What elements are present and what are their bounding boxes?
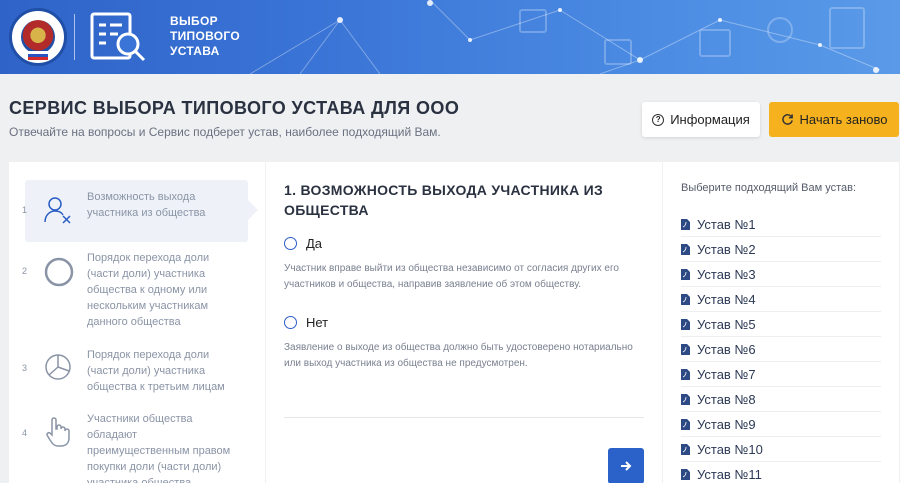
ustav-link[interactable]: Устав №8 xyxy=(681,387,881,412)
pdf-icon xyxy=(681,293,690,305)
ustav-link[interactable]: Устав №11 xyxy=(681,462,881,483)
pdf-icon xyxy=(681,243,690,255)
option-hint: Заявление о выходе из общества должно бы… xyxy=(284,342,633,369)
option-label: Да xyxy=(306,236,323,251)
ustav-list: Устав №1 Устав №2 Устав №3 Устав №4 Уста… xyxy=(681,212,881,483)
step-number: 3 xyxy=(22,363,28,373)
ustav-label: Устав №2 xyxy=(697,241,756,257)
brand-line: УСТАВА xyxy=(170,44,220,58)
question-panel: 1. ВОЗМОЖНОСТЬ ВЫХОДА УЧАСТНИКА ИЗ ОБЩЕС… xyxy=(266,162,662,483)
step-active-arrow xyxy=(248,200,258,220)
step-number: 2 xyxy=(22,266,28,276)
header-banner: ВЫБОР ТИПОВОГО УСТАВА xyxy=(0,0,900,74)
option-label: Нет xyxy=(306,315,329,330)
hand-pointer-icon xyxy=(46,417,70,447)
ustav-list-panel: Выберите подходящий Вам устав: Устав №1 … xyxy=(663,162,899,483)
pdf-icon xyxy=(681,218,690,230)
step-number: 4 xyxy=(22,428,28,438)
info-button[interactable]: ? Информация xyxy=(642,102,760,137)
ustav-link[interactable]: Устав №4 xyxy=(681,287,881,312)
ustav-label: Устав №6 xyxy=(697,341,756,357)
next-button[interactable] xyxy=(608,448,644,483)
ustav-link[interactable]: Устав №7 xyxy=(681,362,881,387)
pie-chart-icon xyxy=(45,354,71,380)
ustav-list-label: Выберите подходящий Вам устав: xyxy=(681,182,857,194)
service-brand: ВЫБОР ТИПОВОГО УСТАВА xyxy=(170,14,240,59)
pdf-icon xyxy=(681,268,690,280)
ustav-label: Устав №9 xyxy=(697,416,756,432)
option-hint: Участник вправе выйти из общества незави… xyxy=(284,263,619,290)
restart-button-label: Начать заново xyxy=(799,112,888,127)
refresh-icon xyxy=(781,114,793,125)
page-subtitle: Отвечайте на вопросы и Сервис подберет у… xyxy=(9,125,441,139)
ustav-label: Устав №10 xyxy=(697,441,763,457)
pdf-icon xyxy=(681,368,690,380)
question-circle-icon: ? xyxy=(652,113,665,126)
radio-button[interactable] xyxy=(284,237,297,250)
step-number: 1 xyxy=(22,205,28,215)
ustav-link[interactable]: Устав №1 xyxy=(681,212,881,237)
fns-emblem-logo[interactable] xyxy=(9,8,67,66)
pdf-icon xyxy=(681,443,690,455)
brand-line: ТИПОВОГО xyxy=(170,29,240,43)
ustav-link[interactable]: Устав №9 xyxy=(681,412,881,437)
circle-icon xyxy=(44,257,74,287)
steps-panel: 1 Возможность выхода участника из общест… xyxy=(9,162,265,483)
header-divider xyxy=(74,14,75,60)
pdf-icon xyxy=(681,468,690,480)
step-text: Порядок перехода доли (части доли) участ… xyxy=(87,349,225,393)
pdf-icon xyxy=(681,418,690,430)
question-title: 1. ВОЗМОЖНОСТЬ ВЫХОДА УЧАСТНИКА ИЗ ОБЩЕС… xyxy=(284,182,604,218)
ustav-label: Устав №8 xyxy=(697,391,756,407)
ustav-label: Устав №4 xyxy=(697,291,756,307)
ustav-label: Устав №5 xyxy=(697,316,756,332)
ustav-label: Устав №1 xyxy=(697,216,756,232)
restart-button[interactable]: Начать заново xyxy=(769,102,899,137)
ustav-link[interactable]: Устав №5 xyxy=(681,312,881,337)
step-text: Порядок перехода доли (части доли) участ… xyxy=(87,252,210,328)
user-remove-icon xyxy=(44,197,71,224)
step-text: Возможность выхода участника из общества xyxy=(87,191,206,219)
info-button-label: Информация xyxy=(670,112,750,127)
step-text: Участники общества обладают преимуществе… xyxy=(87,413,231,483)
ustav-link[interactable]: Устав №2 xyxy=(681,237,881,262)
document-search-icon xyxy=(90,12,146,62)
pdf-icon xyxy=(681,318,690,330)
pdf-icon xyxy=(681,393,690,405)
arrow-right-icon xyxy=(621,461,632,471)
ustav-link[interactable]: Устав №10 xyxy=(681,437,881,462)
ustav-label: Устав №3 xyxy=(697,266,756,282)
divider xyxy=(284,417,644,418)
radio-button[interactable] xyxy=(284,316,297,329)
ustav-link[interactable]: Устав №3 xyxy=(681,262,881,287)
ustav-link[interactable]: Устав №6 xyxy=(681,337,881,362)
page-title: СЕРВИС ВЫБОРА ТИПОВОГО УСТАВА ДЛЯ ООО xyxy=(9,98,460,118)
pdf-icon xyxy=(681,343,690,355)
ustav-label: Устав №7 xyxy=(697,366,756,382)
answer-option-no[interactable]: Нет xyxy=(284,315,328,330)
answer-option-yes[interactable]: Да xyxy=(284,236,322,251)
brand-line: ВЫБОР xyxy=(170,14,218,28)
ustav-label: Устав №11 xyxy=(697,466,762,482)
